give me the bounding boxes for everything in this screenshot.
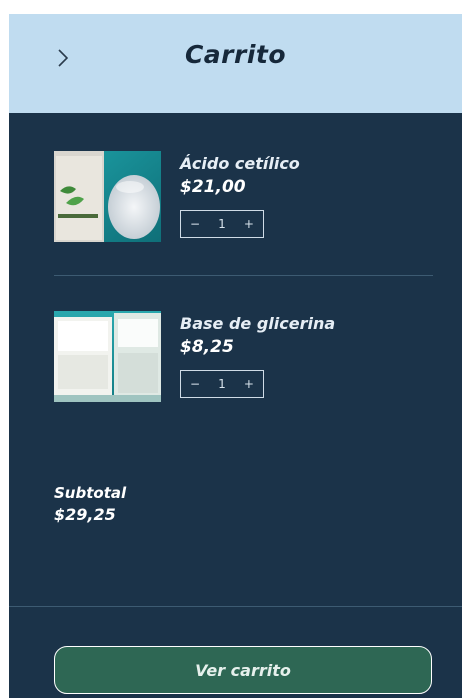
product-image bbox=[54, 311, 161, 402]
subtotal-value: $29,25 bbox=[54, 505, 116, 524]
page-title: Carrito bbox=[184, 40, 287, 69]
cart-item: Ácido cetílico $21,00 − 1 + bbox=[54, 151, 444, 246]
product-price: $8,25 bbox=[180, 337, 234, 357]
cart-panel: Carrito Ácido cetílico $21,00 − 1 + Base… bbox=[9, 14, 462, 698]
quantity-stepper: − 1 + bbox=[180, 370, 264, 398]
product-price: $21,00 bbox=[180, 177, 246, 197]
item-divider bbox=[54, 275, 433, 276]
subtotal-label: Subtotal bbox=[54, 484, 127, 502]
decrease-button[interactable]: − bbox=[190, 377, 200, 391]
increase-button[interactable]: + bbox=[244, 217, 254, 231]
cart-header: Carrito bbox=[9, 14, 462, 113]
quantity-value[interactable]: 1 bbox=[218, 217, 226, 231]
product-name[interactable]: Base de glicerina bbox=[180, 314, 335, 333]
footer-divider bbox=[9, 606, 462, 607]
product-image bbox=[54, 151, 161, 242]
view-cart-button[interactable]: Ver carrito bbox=[54, 646, 432, 694]
increase-button[interactable]: + bbox=[244, 377, 254, 391]
cart-item: Base de glicerina $8,25 − 1 + bbox=[54, 311, 444, 406]
quantity-value[interactable]: 1 bbox=[218, 377, 226, 391]
quantity-stepper: − 1 + bbox=[180, 210, 264, 238]
decrease-button[interactable]: − bbox=[190, 217, 200, 231]
product-name[interactable]: Ácido cetílico bbox=[180, 154, 300, 173]
